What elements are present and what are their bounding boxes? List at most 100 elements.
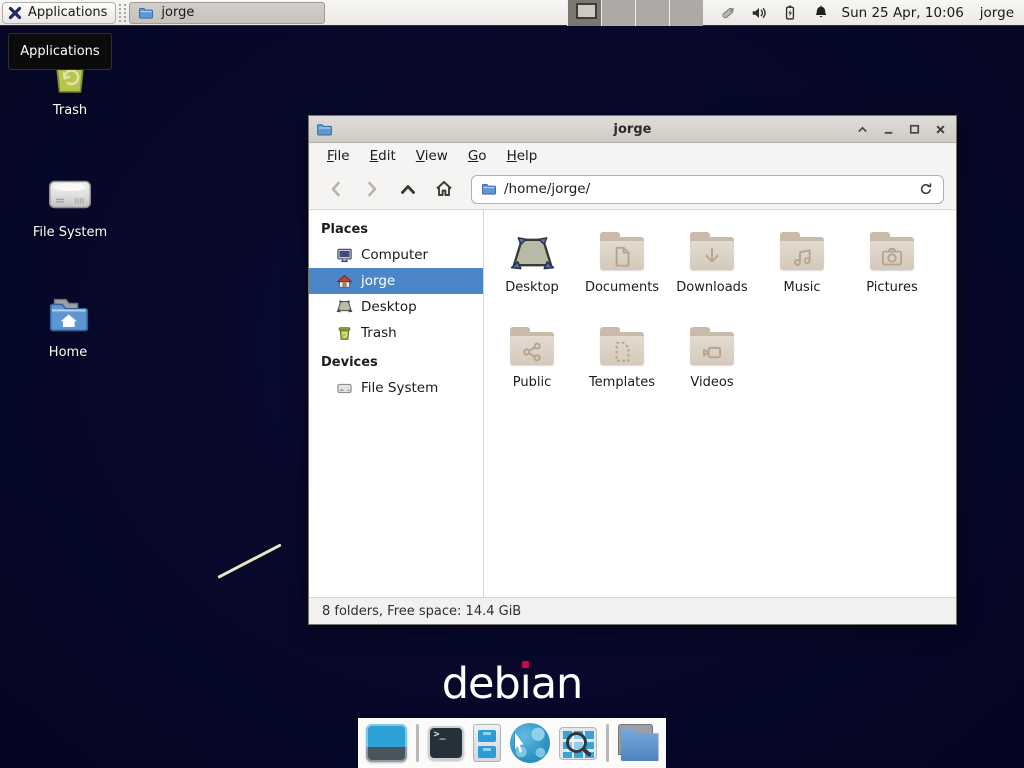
- desktop-icon-label: Home: [16, 345, 120, 360]
- volume-icon[interactable]: [750, 4, 768, 22]
- folder-grid: Desktop Documents Downloads: [484, 210, 956, 597]
- folder-glyph-icon: [688, 322, 736, 370]
- workspace-cell[interactable]: [635, 0, 669, 26]
- app-finder-icon[interactable]: [559, 727, 597, 760]
- path-input[interactable]: [504, 181, 911, 197]
- taskbar-window-label: jorge: [161, 5, 194, 20]
- folder-icon: [868, 227, 916, 275]
- folder-glyph-icon: [868, 227, 916, 275]
- sidebar-item-label: jorge: [361, 273, 395, 289]
- workspace-cell[interactable]: [601, 0, 635, 26]
- web-browser-icon[interactable]: [510, 723, 550, 763]
- folder-item-videos[interactable]: Videos: [668, 322, 756, 417]
- top-panel: Applications jorge Sun 25: [0, 0, 1024, 26]
- panel-clock[interactable]: Sun 25 Apr, 10:06: [842, 5, 964, 21]
- folder-label: Desktop: [505, 280, 559, 295]
- home-button[interactable]: [429, 175, 459, 203]
- back-button[interactable]: [321, 175, 351, 203]
- places-list: Computer jorge Desktop Trash: [309, 242, 483, 346]
- folder-icon: [138, 5, 154, 21]
- menu-help[interactable]: Help: [497, 145, 548, 167]
- folder-icon: [598, 322, 646, 370]
- sidebar-item-icon: [336, 380, 353, 397]
- sidebar-item-desktop[interactable]: Desktop: [309, 294, 483, 320]
- hard-drive-icon: [18, 166, 122, 222]
- status-bar: 8 folders, Free space: 14.4 GiB: [309, 597, 956, 624]
- sidebar-item-trash[interactable]: Trash: [309, 320, 483, 346]
- applications-menu-label: Applications: [28, 5, 107, 20]
- folder-item-public[interactable]: Public: [488, 322, 576, 417]
- battery-icon[interactable]: [781, 4, 799, 22]
- toolbar: [309, 169, 956, 210]
- folder-label: Music: [784, 280, 821, 295]
- folder-label: Pictures: [866, 280, 917, 295]
- folder-icon: [688, 227, 736, 275]
- folder-icon: [508, 227, 556, 275]
- folder-item-documents[interactable]: Documents: [578, 227, 666, 322]
- sidebar: Places Computer jorge Desktop: [309, 210, 484, 597]
- debian-logo-dot: [522, 661, 529, 668]
- menu-bar: File Edit View Go Help: [309, 143, 956, 169]
- folder-item-desktop[interactable]: Desktop: [488, 227, 576, 322]
- up-button[interactable]: [393, 175, 423, 203]
- folder-item-templates[interactable]: Templates: [578, 322, 666, 417]
- minimize-button[interactable]: [880, 121, 897, 138]
- sidebar-item-computer[interactable]: Computer: [309, 242, 483, 268]
- window-titlebar[interactable]: jorge: [309, 116, 956, 143]
- sidebar-item-label: Desktop: [361, 299, 417, 315]
- folder-item-downloads[interactable]: Downloads: [668, 227, 756, 322]
- panel-handle[interactable]: [119, 4, 126, 22]
- file-manager-window: jorge File Edit View Go Help: [308, 115, 957, 625]
- user-menu[interactable]: jorge: [980, 5, 1014, 21]
- folder-glyph-icon: [778, 227, 826, 275]
- desktop-icon-file-system[interactable]: File System: [18, 166, 122, 240]
- close-button[interactable]: [932, 121, 949, 138]
- folder-label: Templates: [589, 375, 655, 390]
- notifications-bell-icon[interactable]: [812, 4, 830, 22]
- folder-item-music[interactable]: Music: [758, 227, 846, 322]
- reload-icon[interactable]: [918, 181, 934, 197]
- cursor-trail: [217, 543, 281, 578]
- terminal-icon[interactable]: [428, 726, 464, 760]
- window-controls: [854, 121, 949, 138]
- sidebar-item-icon: [336, 299, 353, 316]
- sidebar-item-file-system[interactable]: File System: [309, 375, 483, 401]
- workspace-cell[interactable]: [567, 0, 601, 26]
- workspace-cell[interactable]: [669, 0, 703, 26]
- applications-tooltip: Applications: [8, 33, 112, 70]
- folder-icon: [778, 227, 826, 275]
- folder-label: Documents: [585, 280, 659, 295]
- taskbar-window-button[interactable]: jorge: [129, 2, 325, 24]
- folder-label: Public: [513, 375, 551, 390]
- desktop-icon-label: File System: [18, 225, 122, 240]
- maximize-button[interactable]: [906, 121, 923, 138]
- desktop-icon-label: Trash: [18, 103, 122, 118]
- folder-glyph-icon: [688, 227, 736, 275]
- folder-glyph-icon: [598, 322, 646, 370]
- applications-menu-button[interactable]: Applications: [2, 2, 116, 24]
- folder-glyph-icon: [508, 227, 556, 275]
- file-manager-icon[interactable]: [473, 724, 501, 762]
- folder-item-pictures[interactable]: Pictures: [848, 227, 936, 322]
- folder-glyph-icon: [598, 227, 646, 275]
- sidebar-item-label: File System: [361, 380, 438, 396]
- shade-button[interactable]: [854, 121, 871, 138]
- dock: [358, 718, 666, 768]
- places-header: Places: [309, 217, 483, 242]
- sidebar-item-jorge[interactable]: jorge: [309, 268, 483, 294]
- tray-device-icon[interactable]: [719, 4, 737, 22]
- menu-view[interactable]: View: [406, 145, 458, 167]
- show-desktop-icon[interactable]: [366, 724, 407, 762]
- dock-separator: [606, 724, 609, 762]
- menu-go[interactable]: Go: [458, 145, 497, 167]
- path-folder-icon: [481, 181, 497, 197]
- menu-file[interactable]: File: [317, 145, 360, 167]
- sidebar-item-label: Trash: [361, 325, 397, 341]
- address-bar[interactable]: [471, 175, 944, 204]
- desktop-icon-home[interactable]: Home: [16, 286, 120, 360]
- devices-list: File System: [309, 375, 483, 401]
- forward-button[interactable]: [357, 175, 387, 203]
- menu-edit[interactable]: Edit: [360, 145, 406, 167]
- sidebar-item-label: Computer: [361, 247, 428, 263]
- folder-launcher-icon[interactable]: [618, 728, 659, 761]
